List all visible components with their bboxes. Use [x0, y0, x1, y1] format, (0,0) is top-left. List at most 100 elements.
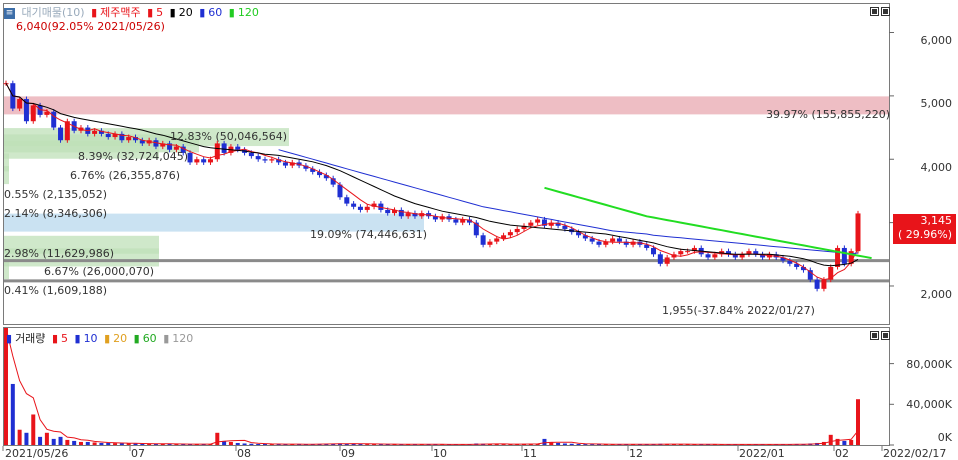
volume-bar [242, 443, 247, 445]
date-label: 11 [523, 447, 537, 460]
candle-body [841, 247, 847, 264]
candle-body [528, 222, 534, 226]
candle-body [126, 137, 132, 141]
candle-body [201, 159, 207, 163]
chart-name: 대기매물(10) [21, 6, 85, 19]
candle-body [664, 257, 670, 264]
vol-ma120-label: 120 [172, 332, 194, 345]
vol-ma10-label: 10 [83, 332, 98, 345]
candle-body [514, 228, 520, 233]
candle-body [364, 206, 370, 210]
candle-body [17, 99, 23, 109]
volume-bar [556, 442, 561, 445]
candle-body [269, 159, 275, 161]
volume-bar [17, 429, 22, 445]
vol-ma20-label: 20 [113, 332, 128, 345]
candle-body [351, 203, 357, 207]
candle-body [855, 213, 861, 252]
vol-ma5-label: 5 [61, 332, 68, 345]
volume-bar [119, 443, 124, 445]
candle-body [821, 279, 827, 289]
date-label: 09 [341, 447, 355, 460]
volume-bar [51, 438, 56, 445]
price-axis-label: 2,000 [920, 288, 953, 301]
candle-body [214, 143, 220, 160]
vol-ma60-label: 60 [142, 332, 157, 345]
candle-body [494, 238, 500, 242]
candle-body [357, 206, 363, 210]
volume-bar [235, 442, 240, 445]
candle-body [282, 162, 288, 166]
volume-profile-band [4, 166, 9, 185]
candle-body [235, 146, 241, 150]
volume-title: 거래량 [15, 332, 46, 345]
candle-body [596, 241, 602, 245]
volume-legend: ▮ 거래량 ▮ 5 ▮ 10 ▮ 20 ▮ 60 ▮ 120 [6, 332, 194, 345]
band-label: 6.76% (26,355,876) [70, 169, 181, 182]
candle-body [535, 219, 541, 223]
volume-bar [228, 441, 233, 445]
volume-bar [38, 436, 43, 445]
ma120-line [544, 186, 872, 260]
band-label: 0.41% (1,609,188) [4, 284, 108, 297]
ma120-label: 120 [237, 6, 259, 19]
memo-icon[interactable]: ≡ [4, 7, 15, 19]
volume-bar [249, 443, 254, 445]
date-label: 2021/05/26 [5, 447, 69, 460]
volume-bar [72, 440, 77, 445]
volume-axis: 80,000K 40,000K 0K [892, 327, 958, 446]
candle-body [487, 241, 493, 245]
volume-bar [849, 439, 854, 445]
date-label: 07 [131, 447, 145, 460]
candle-body [453, 219, 459, 223]
date-label: 2022/02/17 [883, 447, 947, 460]
price-axis: 6,000 5,000 4,000 2,000 [892, 3, 958, 325]
band-label: 6.67% (26,000,070) [44, 265, 155, 278]
volume-bar [58, 436, 63, 445]
band-label: 0.55% (2,135,052) [4, 188, 108, 201]
candle-body [712, 254, 718, 258]
candle-body [221, 143, 227, 153]
volume-bar [44, 432, 49, 445]
volume-bar [542, 438, 547, 445]
candle-body [92, 130, 98, 134]
candle-body [657, 254, 663, 264]
volume-bar [106, 442, 111, 445]
candle-body [814, 279, 820, 289]
candle-body [480, 235, 486, 245]
volume-bar [99, 442, 104, 445]
volume-bar [10, 383, 15, 445]
ma20-label: 20 [178, 6, 193, 19]
volume-bar [85, 441, 90, 445]
band-label: 2.98% (11,629,986) [4, 247, 115, 260]
ma5-label: 5 [156, 6, 164, 19]
band-label: 39.97% (155,855,220) [766, 108, 891, 121]
candle-body [507, 232, 513, 236]
max-price-label: 6,040(92.05% 2021/05/26) [16, 20, 165, 33]
volume-axis-label: 80,000K [906, 358, 952, 371]
stock-name: 제주맥주 [100, 6, 141, 19]
volume-bar [562, 443, 567, 445]
price-legend: ≡ 대기매물(10) ▮ 제주맥주 ▮ 5 ▮ 20 ▮ 60 ▮ 120 [4, 6, 259, 19]
candle-body [344, 197, 350, 204]
band-label: 12.83% (50,046,564) [170, 130, 288, 143]
volume-axis-label: 40,000K [906, 398, 952, 411]
candle-body [207, 159, 213, 163]
date-label: 12 [629, 447, 643, 460]
date-axis: 2021/05/26 07 08 09 10 11 12 2022/01 02 … [3, 446, 958, 460]
volume-bar [569, 443, 574, 445]
price-axis-label: 5,000 [920, 97, 953, 110]
candle-body [194, 159, 200, 163]
candle-body [616, 238, 622, 242]
candle-body [651, 247, 657, 255]
candle-body [610, 238, 616, 242]
candle-body [30, 105, 36, 122]
candle-body [678, 251, 684, 255]
candle-body [105, 133, 111, 138]
volume-bar [856, 399, 860, 445]
candle-body [685, 251, 691, 253]
volume-bar [215, 432, 220, 445]
candle-body [58, 127, 64, 141]
price-axis-label: 4,000 [920, 161, 953, 174]
volume-bar [576, 443, 581, 445]
